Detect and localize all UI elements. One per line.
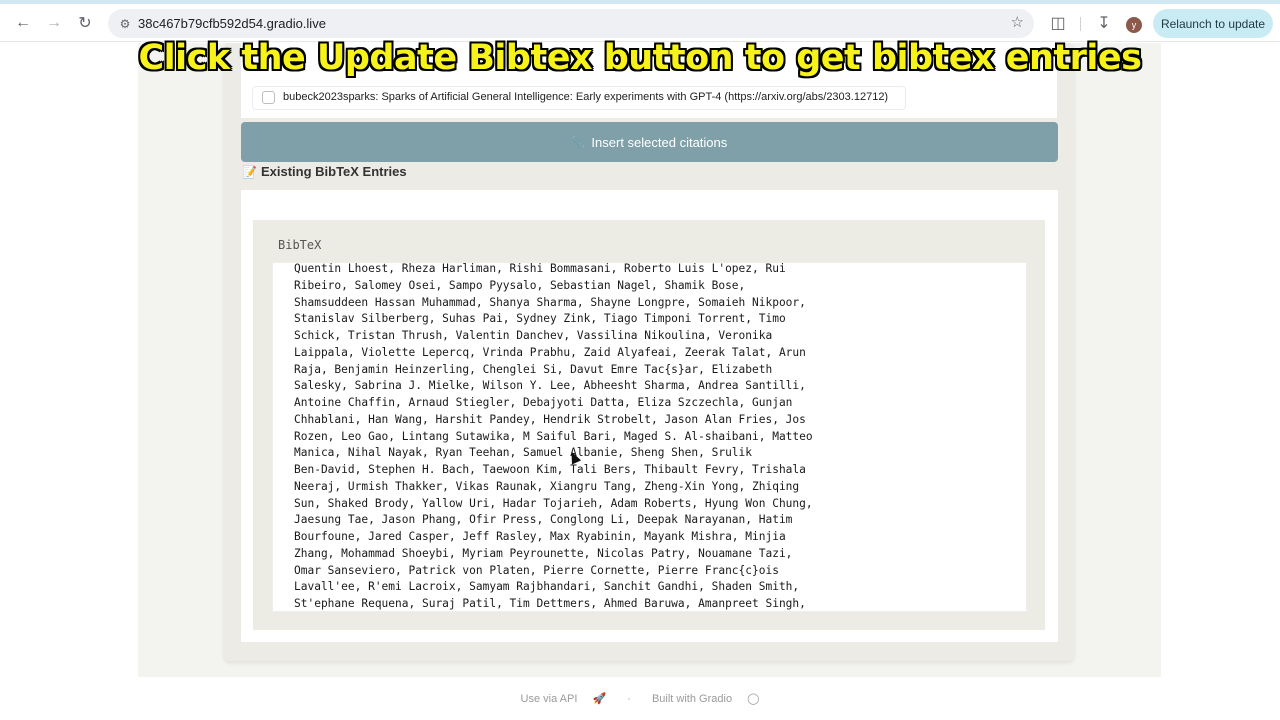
toolbar-separator: [1080, 17, 1081, 31]
paperclip-icon: 📎: [571, 136, 586, 149]
footer: Use via API 🚀 · Built with Gradio ◯: [0, 692, 1280, 705]
rocket-icon: 🚀: [592, 693, 607, 705]
url-text: 38c467b79cfb592d54.gradio.live: [138, 16, 326, 31]
bibtex-line: Raja, Benjamin Heinzerling, Chenglei Si,…: [294, 362, 773, 376]
citation-checkbox[interactable]: [262, 91, 275, 104]
download-icon[interactable]: ↧: [1092, 11, 1116, 35]
back-arrow-icon[interactable]: ←: [11, 11, 35, 35]
insert-citations-button[interactable]: 📎 Insert selected citations: [241, 122, 1058, 162]
bibtex-line: Salesky, Sabrina J. Mielke, Wilson Y. Le…: [294, 379, 806, 393]
built-with-gradio-link[interactable]: Built with Gradio ◯: [646, 693, 765, 705]
gradio-logo-icon: ◯: [747, 693, 760, 705]
address-bar[interactable]: ⚙ 38c467b79cfb592d54.gradio.live ☆: [108, 9, 1034, 38]
bibtex-line: Rozen, Leo Gao, Lintang Sutawika, M Saif…: [294, 429, 813, 443]
bibtex-line: St'ephane Requena, Suraj Patil, Tim Dett…: [294, 597, 806, 610]
bibtex-line: Schick, Tristan Thrush, Valentin Danchev…: [294, 329, 773, 342]
section-title-text: Existing BibTeX Entries: [260, 164, 407, 179]
bibtex-line: Zhang, Mohammad Shoeybi, Myriam Peyroune…: [294, 546, 793, 560]
bibtex-line: Jaesung Tae, Jason Phang, Ofir Press, Co…: [294, 513, 793, 527]
site-settings-icon[interactable]: ⚙: [116, 15, 134, 33]
use-via-api-label: Use via API: [520, 693, 578, 705]
bibtex-textarea[interactable]: Quentin Lhoest, Rheza Harliman, Rishi Bo…: [272, 262, 1027, 612]
video-caption: Click the Update Bibtex button to get bi…: [138, 38, 1142, 78]
bibtex-line: Manica, Nihal Nayak, Ryan Teehan, Samuel…: [294, 446, 753, 460]
bibtex-line: Stanislav Silberberg, Suhas Pai, Sydney …: [294, 312, 786, 326]
profile-avatar[interactable]: y: [1126, 17, 1142, 33]
reload-icon[interactable]: ↻: [73, 11, 97, 35]
built-with-gradio-label: Built with Gradio: [651, 693, 733, 705]
forward-arrow-icon[interactable]: →: [42, 11, 66, 35]
section-title: 📝 Existing BibTeX Entries: [242, 164, 407, 179]
bibtex-line: Shamsuddeen Hassan Muhammad, Shanya Shar…: [294, 295, 806, 309]
separator-dot: ·: [627, 693, 631, 705]
bibtex-field-label: BibTeX: [278, 238, 322, 252]
bibtex-line: Ben-David, Stephen H. Bach, Taewoon Kim,…: [294, 463, 806, 476]
bibtex-line: Antoine Chaffin, Arnaud Stiegler, Debajy…: [294, 396, 793, 409]
use-via-api-link[interactable]: Use via API 🚀: [515, 693, 613, 705]
memo-icon: 📝: [242, 165, 257, 179]
bibtex-line: Ribeiro, Salomey Osei, Sampo Pyysalo, Se…: [294, 278, 746, 292]
bibtex-line: Neeraj, Urmish Thakker, Vikas Raunak, Xi…: [294, 479, 800, 493]
relaunch-button[interactable]: Relaunch to update: [1153, 9, 1273, 38]
extensions-icon[interactable]: ◫: [1046, 11, 1070, 35]
insert-citations-label: Insert selected citations: [591, 134, 728, 150]
bibtex-line: Chhablani, Han Wang, Harshit Pandey, Hen…: [294, 412, 806, 426]
bibtex-line: Lavall'ee, R'emi Lacroix, Samyam Rajbhan…: [294, 580, 800, 594]
bibtex-text: Quentin Lhoest, Rheza Harliman, Rishi Bo…: [294, 262, 813, 611]
bibtex-line: Laippala, Violette Lepercq, Vrinda Prabh…: [294, 345, 806, 359]
browser-toolbar: ← → ↻ ⚙ 38c467b79cfb592d54.gradio.live ☆…: [0, 4, 1280, 42]
bibtex-line: Quentin Lhoest, Rheza Harliman, Rishi Bo…: [294, 262, 786, 275]
bibtex-line: Sun, Shaked Brody, Yallow Uri, Hadar Toj…: [294, 496, 813, 510]
bibtex-line: Bourfoune, Jared Casper, Jeff Rasley, Ma…: [294, 530, 786, 543]
bibtex-line: Omar Sanseviero, Patrick von Platen, Pie…: [294, 563, 779, 577]
bookmark-star-icon[interactable]: ☆: [1011, 13, 1024, 31]
citation-label[interactable]: bubeck2023sparks: Sparks of Artificial G…: [283, 91, 888, 103]
